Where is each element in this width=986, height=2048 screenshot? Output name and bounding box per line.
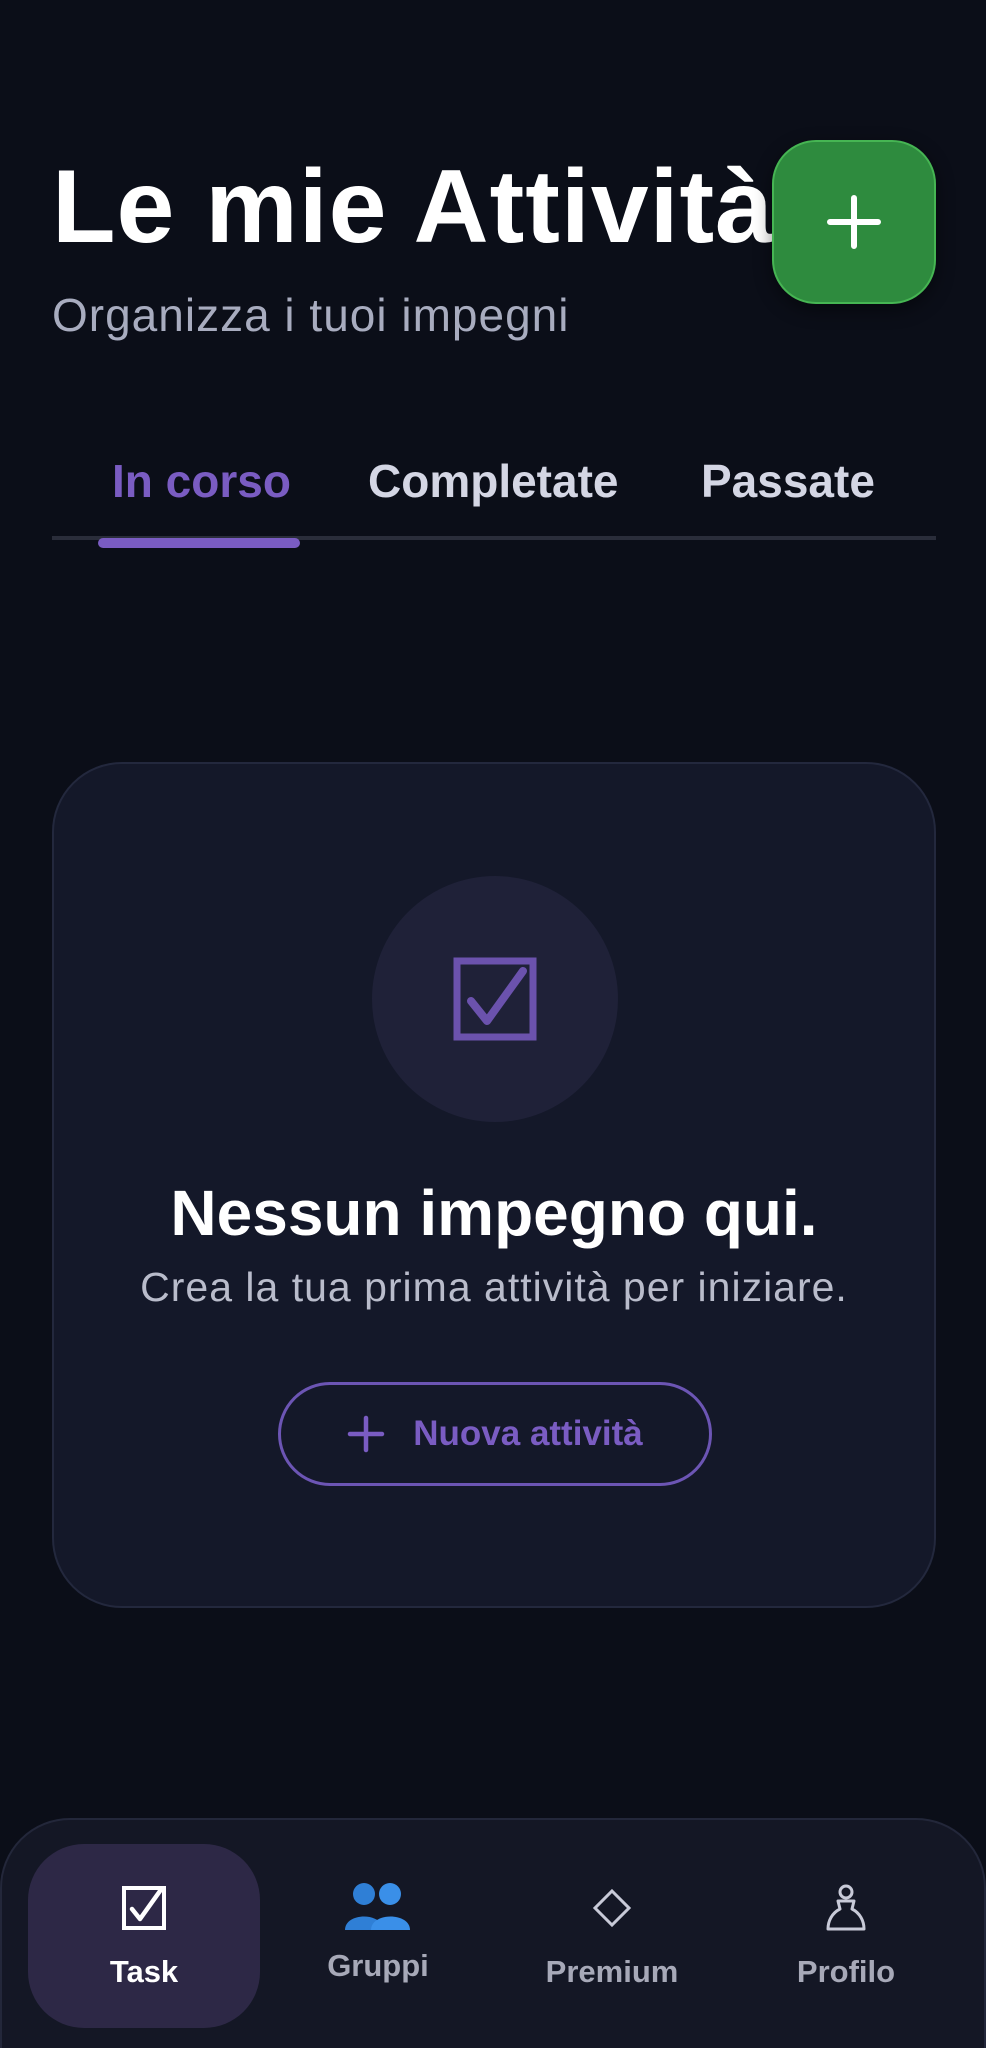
new-task-button[interactable]: Nuova attività	[278, 1382, 712, 1486]
people-icon	[345, 1883, 410, 1930]
plus-icon	[827, 195, 881, 249]
nav-item-profilo[interactable]: Profilo	[730, 1844, 962, 2028]
tab-bar: In corso Completate Passate	[52, 440, 936, 548]
nav-item-task[interactable]: Task	[28, 1844, 260, 2028]
tasks-screen: Le mie Attività Organizza i tuoi impegni…	[0, 0, 986, 2048]
diamond-icon	[592, 1888, 632, 1928]
person-icon	[826, 1884, 866, 1931]
nav-label-profilo: Profilo	[796, 1954, 896, 1989]
checkbox-icon	[453, 957, 537, 1041]
nav-label-premium: Premium	[545, 1954, 679, 1989]
empty-state-icon-circle	[372, 876, 618, 1122]
add-task-button[interactable]	[772, 140, 936, 304]
tab-in-corso[interactable]: In corso	[112, 454, 291, 508]
bottom-navigation: Task Gruppi Premium Profilo	[0, 1818, 986, 2048]
empty-state-card: Nessun impegno qui. Crea la tua prima at…	[52, 762, 936, 1608]
nav-item-gruppi[interactable]: Gruppi	[262, 1844, 494, 2028]
page-subtitle: Organizza i tuoi impegni	[52, 289, 570, 341]
active-tab-indicator	[98, 538, 300, 548]
nav-item-premium[interactable]: Premium	[496, 1844, 728, 2028]
nav-label-gruppi: Gruppi	[327, 1948, 429, 1983]
page-title: Le mie Attività	[52, 149, 774, 265]
empty-state-subtitle: Crea la tua prima attività per iniziare.	[140, 1264, 848, 1310]
plus-icon	[348, 1415, 385, 1453]
new-task-button-label: Nuova attività	[413, 1414, 643, 1453]
tab-passate[interactable]: Passate	[701, 454, 875, 508]
empty-state-title: Nessun impegno qui.	[170, 1177, 818, 1249]
nav-label-task: Task	[109, 1954, 179, 1989]
tab-completate[interactable]: Completate	[368, 454, 618, 508]
checkbox-icon	[122, 1886, 166, 1930]
